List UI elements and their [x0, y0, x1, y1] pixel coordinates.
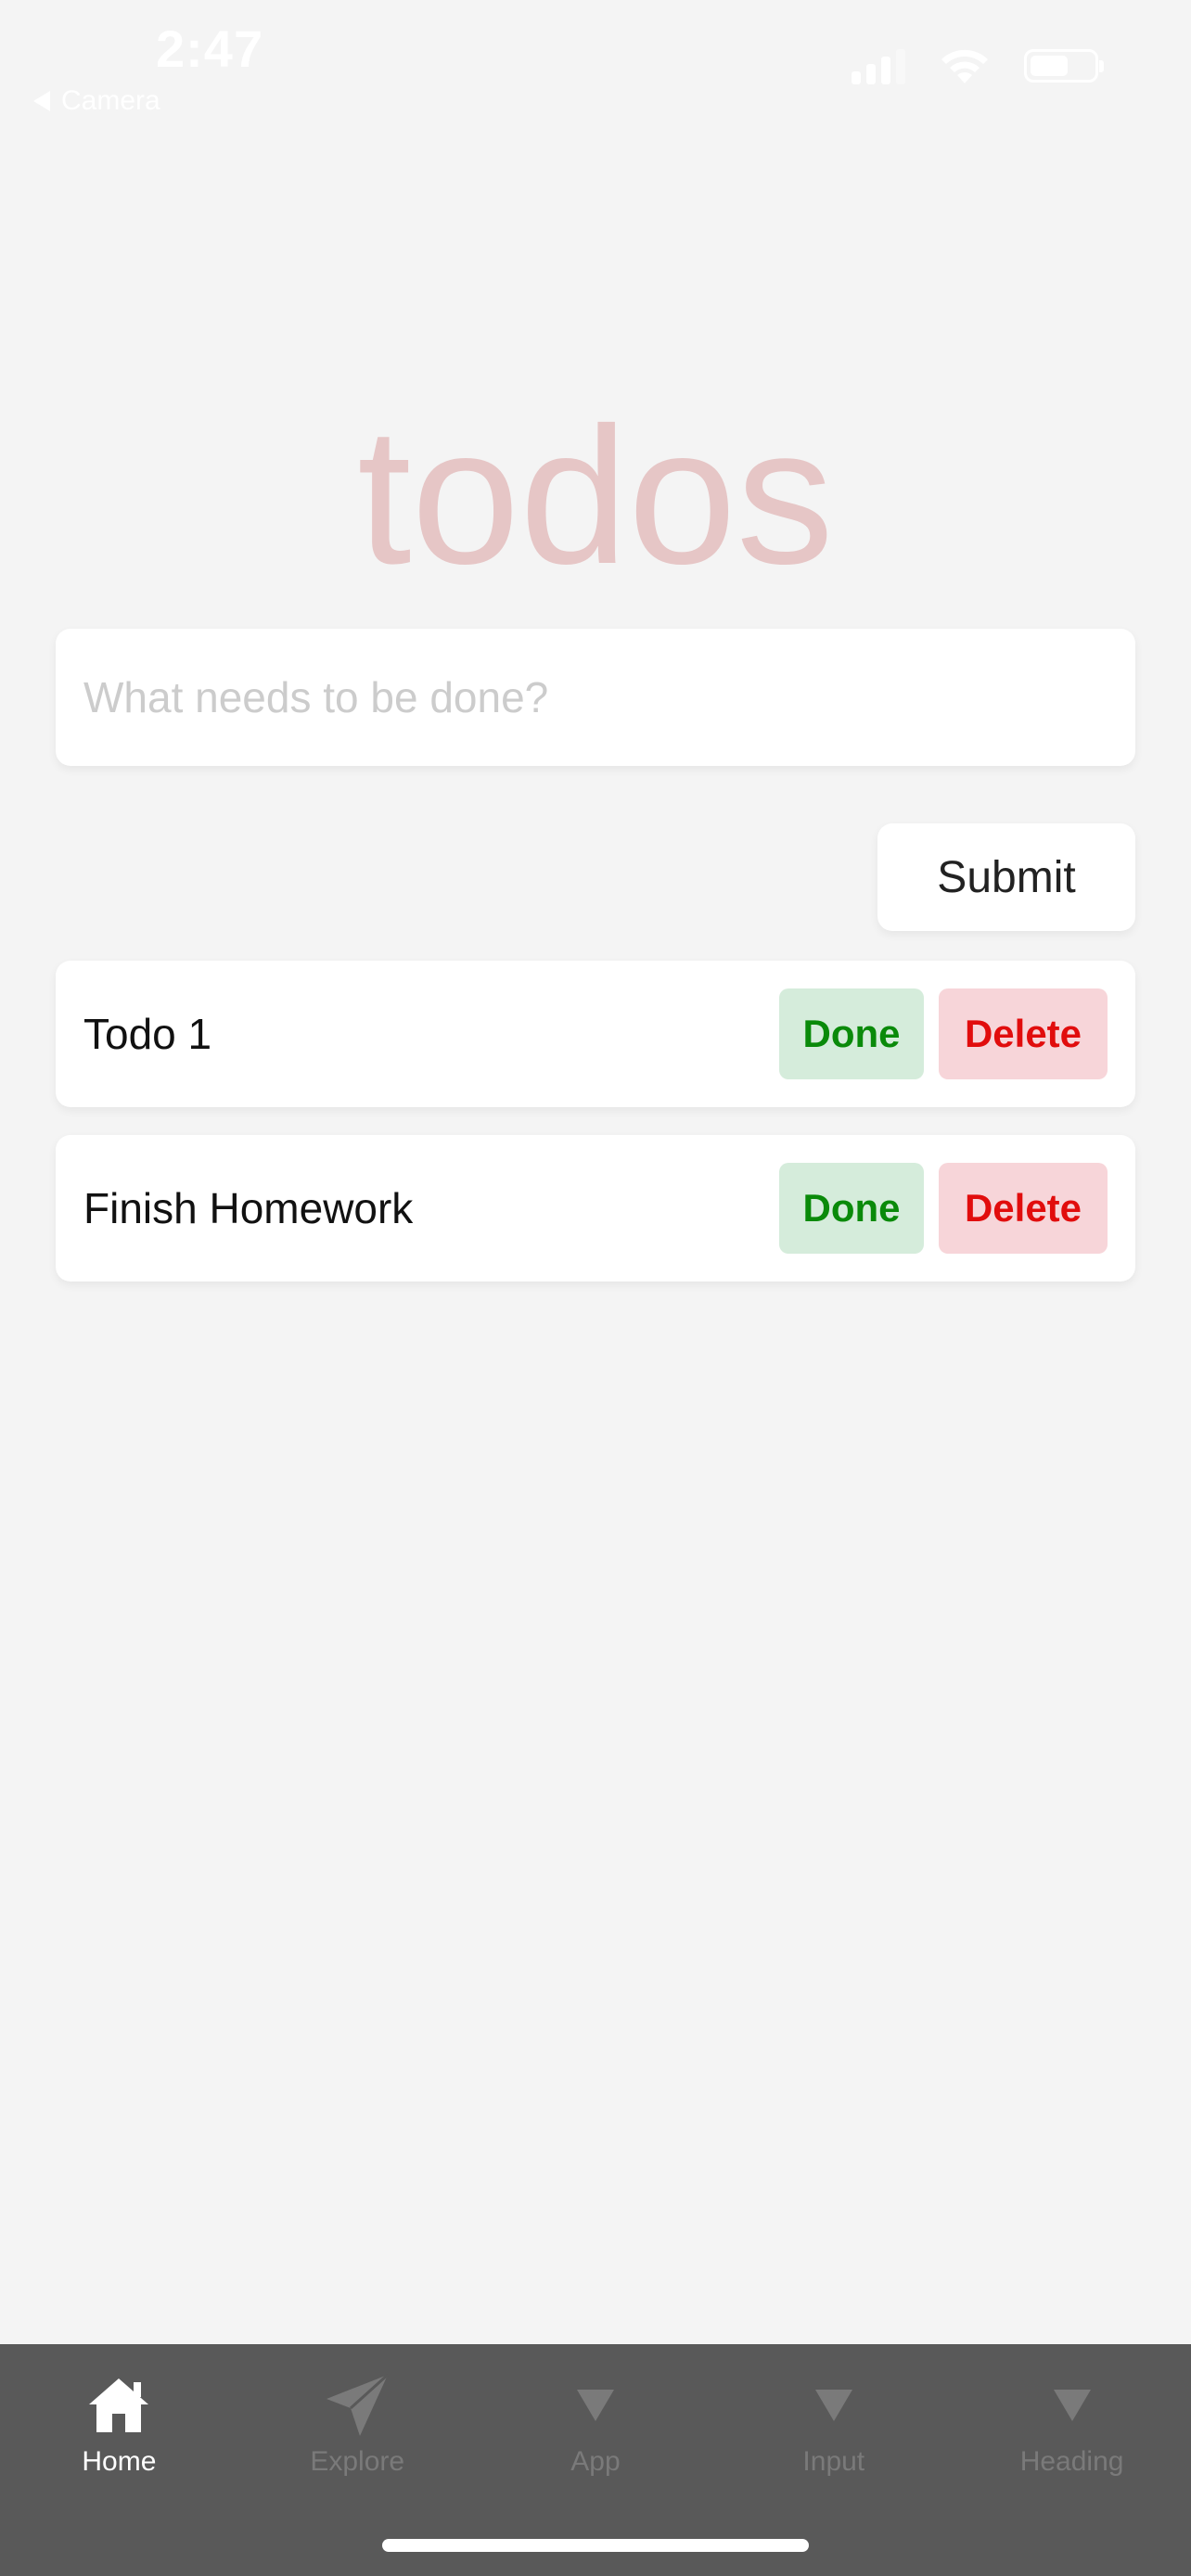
submit-button[interactable]: Submit [877, 823, 1135, 931]
done-button[interactable]: Done [779, 1163, 924, 1254]
tab-explore[interactable]: Explore [238, 2344, 477, 2502]
triangle-down-icon [576, 2390, 614, 2421]
tab-label: App [570, 2446, 621, 2477]
tab-heading[interactable]: Heading [953, 2344, 1191, 2502]
status-icons [852, 46, 1104, 85]
status-time: 2:47 [156, 19, 264, 78]
paper-plane-icon [327, 2373, 390, 2436]
app-title: todos [357, 387, 834, 605]
wifi-icon [941, 49, 988, 83]
back-arrow-icon [33, 91, 50, 111]
done-button[interactable]: Done [779, 988, 924, 1079]
tab-label: Heading [1019, 2446, 1124, 2477]
new-todo-input[interactable] [56, 629, 1135, 766]
home-icon [89, 2378, 149, 2432]
cellular-signal-icon [852, 47, 905, 84]
back-to-app-button[interactable]: Camera [33, 85, 160, 117]
tab-label: Explore [310, 2446, 405, 2477]
todo-item: Todo 1 Done Delete [56, 961, 1135, 1107]
todo-list: Todo 1 Done Delete Finish Homework Done … [56, 961, 1135, 1309]
tab-input[interactable]: Input [714, 2344, 953, 2502]
tab-label: Home [82, 2446, 157, 2477]
back-app-label: Camera [61, 85, 160, 116]
todo-item: Finish Homework Done Delete [56, 1135, 1135, 1282]
delete-button[interactable]: Delete [939, 1163, 1108, 1254]
triangle-down-icon [814, 2390, 852, 2421]
tab-home[interactable]: Home [0, 2344, 238, 2502]
battery-icon [1024, 49, 1104, 83]
triangle-down-icon [1053, 2390, 1091, 2421]
tab-app[interactable]: App [477, 2344, 715, 2502]
home-indicator [382, 2539, 809, 2552]
delete-button[interactable]: Delete [939, 988, 1108, 1079]
todo-text: Todo 1 [83, 1010, 212, 1058]
todo-text: Finish Homework [83, 1184, 414, 1232]
tab-label: Input [802, 2446, 865, 2477]
